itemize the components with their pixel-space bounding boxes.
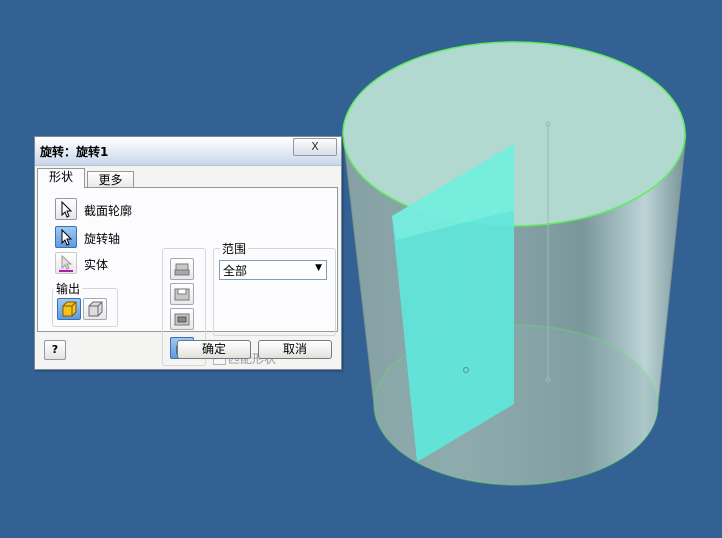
solid-select-button[interactable]: [55, 252, 77, 274]
ok-button[interactable]: 确定: [177, 340, 251, 359]
output-solid-button[interactable]: [57, 298, 81, 320]
profile-select-button[interactable]: [55, 198, 77, 220]
cut-icon: [174, 288, 190, 301]
cursor-arrow-icon: [61, 228, 73, 246]
axis-select-button[interactable]: [55, 226, 77, 248]
help-icon: ?: [51, 343, 59, 356]
cursor-arrow-icon: [61, 200, 73, 218]
close-button[interactable]: X: [293, 138, 337, 156]
help-button[interactable]: ?: [44, 340, 66, 360]
range-select[interactable]: 全部 ▼: [219, 260, 327, 280]
close-icon: X: [311, 140, 319, 153]
output-surface-button[interactable]: [83, 298, 107, 320]
cut-button[interactable]: [170, 283, 194, 305]
chevron-down-icon: ▼: [315, 263, 322, 273]
solid-cube-icon: [62, 301, 77, 317]
output-label: 输出: [54, 280, 83, 297]
dialog-titlebar[interactable]: 旋转：旋转1 X: [35, 137, 341, 166]
tab-more-label: 更多: [98, 173, 123, 187]
join-button[interactable]: [170, 258, 194, 280]
surface-cube-icon: [88, 301, 103, 317]
solid-label: 实体: [84, 258, 109, 272]
join-icon: [174, 263, 190, 276]
range-select-value: 全部: [223, 264, 248, 278]
tab-panel-shape: 截面轮廓 旋转轴 实体 输出 范围 全部 ▼ 匹配形状: [37, 187, 338, 366]
range-label: 范围: [220, 240, 249, 257]
cylinder-preview: [342, 41, 687, 486]
ok-button-label: 确定: [201, 342, 226, 356]
cancel-button[interactable]: 取消: [258, 340, 332, 359]
cursor-arrow-disabled-icon: [59, 254, 73, 272]
intersect-icon: [174, 313, 190, 326]
dialog-title: 旋转：旋转1: [40, 145, 109, 159]
tab-shape[interactable]: 形状: [37, 168, 85, 188]
profile-label: 截面轮廓: [84, 204, 133, 218]
intersect-button[interactable]: [170, 308, 194, 330]
cancel-button-label: 取消: [282, 342, 307, 356]
revolve-dialog: 旋转：旋转1 X 形状 更多 截面轮廓 旋转轴 实体 输出 范围 全部 ▼ 匹配…: [34, 136, 342, 370]
axis-label: 旋转轴: [84, 232, 121, 246]
tab-shape-label: 形状: [48, 170, 73, 184]
